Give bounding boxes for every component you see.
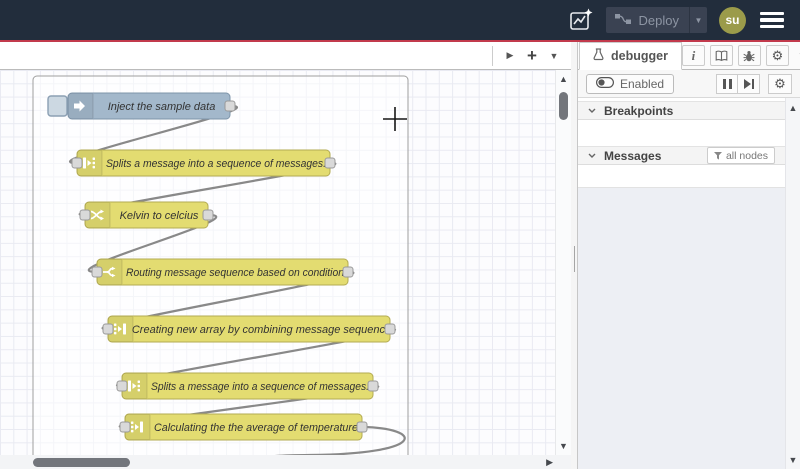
messages-section-header[interactable]: Messages all nodes xyxy=(578,146,785,165)
node-label: Creating new array by combining message … xyxy=(132,324,391,336)
sidebar: debugger i ⚙ ▼ xyxy=(578,42,800,469)
flow-canvas[interactable]: Inject the sample data Splits a message i… xyxy=(0,70,555,455)
output-port[interactable] xyxy=(356,421,368,433)
breakpoints-section-header[interactable]: Breakpoints xyxy=(578,101,785,120)
chevron-down-icon xyxy=(588,108,596,113)
bug-icon[interactable] xyxy=(737,45,761,66)
toggle-icon xyxy=(596,76,614,91)
inject-button[interactable] xyxy=(47,95,68,117)
breakpoints-empty-list xyxy=(578,120,785,146)
scroll-up-icon[interactable]: ▲ xyxy=(786,103,800,113)
enabled-label: Enabled xyxy=(620,76,665,91)
flow-node[interactable]: Routing message sequence based on condit… xyxy=(91,258,354,286)
avatar-initials: su xyxy=(725,13,740,27)
input-port[interactable] xyxy=(71,157,83,169)
input-port[interactable] xyxy=(102,323,114,335)
flow-list-icon[interactable]: ▼ xyxy=(543,45,565,67)
funnel-icon xyxy=(713,151,722,160)
tab-debugger-label: debugger xyxy=(611,49,668,63)
horizontal-scroll-thumb[interactable] xyxy=(33,457,130,467)
messages-label: Messages xyxy=(604,148,662,163)
sidebar-tabbar: debugger i ⚙ ▼ xyxy=(578,42,800,70)
pause-icon[interactable] xyxy=(716,73,738,94)
node-label: Inject the sample data xyxy=(108,101,216,113)
workspace-tabbar: ▶ + ▼ xyxy=(0,42,571,70)
chevron-down-icon[interactable]: ▼ xyxy=(794,51,800,60)
scroll-down-icon[interactable]: ▼ xyxy=(556,441,571,451)
breakpoints-label: Breakpoints xyxy=(604,103,674,118)
step-icon[interactable] xyxy=(738,73,760,94)
flow-node[interactable]: Calculating the the average of temperatu… xyxy=(119,413,368,441)
tabbar-separator xyxy=(492,45,493,66)
input-port[interactable] xyxy=(91,266,103,278)
node-label: Splits a message into a sequence of mess… xyxy=(151,381,369,393)
output-port[interactable] xyxy=(384,323,396,335)
flow-node[interactable]: Inject the sample data xyxy=(47,92,236,120)
node-label: Routing message sequence based on condit… xyxy=(126,267,344,279)
flask-icon xyxy=(593,48,604,64)
debugger-toolbar: Enabled ⚙ xyxy=(578,70,800,98)
scroll-up-icon[interactable]: ▲ xyxy=(556,74,571,84)
flow-node[interactable]: Kelvin to celcius xyxy=(79,201,214,229)
tab-debugger[interactable]: debugger xyxy=(579,42,682,70)
debugger-enabled-toggle[interactable]: Enabled xyxy=(586,73,675,94)
scroll-right-icon[interactable]: ▶ xyxy=(546,457,553,468)
vertical-scroll-thumb[interactable] xyxy=(559,92,568,120)
header-bar: Deploy ▼ su xyxy=(0,0,800,40)
flow-node[interactable]: Creating new array by combining message … xyxy=(102,315,396,343)
node-label: Calculating the the average of temperatu… xyxy=(154,422,358,434)
messages-filter-button[interactable]: all nodes xyxy=(706,147,775,164)
hamburger-menu-icon[interactable] xyxy=(758,8,786,33)
info-icon[interactable]: i xyxy=(681,45,705,66)
canvas-vertical-scrollbar[interactable]: ▲ ▼ xyxy=(555,70,571,455)
sidebar-scrollbar[interactable]: ▲ ▼ xyxy=(785,98,800,469)
flow-sparkle-icon[interactable] xyxy=(568,7,594,33)
deploy-options-caret[interactable]: ▼ xyxy=(689,7,707,33)
messages-empty-list xyxy=(578,165,785,187)
scroll-down-icon[interactable]: ▼ xyxy=(786,455,800,465)
input-port[interactable] xyxy=(79,209,91,221)
node-label: Splits a message into a sequence of mess… xyxy=(106,158,326,170)
debugger-panel-body: Breakpoints Messages all nodes ▲ ▼ xyxy=(578,98,800,469)
filter-label: all nodes xyxy=(725,149,768,162)
gear-icon[interactable]: ⚙ xyxy=(765,45,789,66)
sidebar-splitter[interactable] xyxy=(571,42,578,469)
debugger-settings-gear-icon[interactable]: ⚙ xyxy=(768,73,792,94)
flow-editor: ▶ + ▼ Inject the sample data Splits a mes… xyxy=(0,42,571,469)
node-label: Kelvin to celcius xyxy=(120,210,199,222)
book-icon[interactable] xyxy=(709,45,733,66)
output-port[interactable] xyxy=(324,157,336,169)
deploy-button[interactable]: Deploy ▼ xyxy=(605,7,707,33)
scroll-tabs-right-icon[interactable]: ▶ xyxy=(499,45,521,67)
input-port[interactable] xyxy=(119,421,131,433)
deploy-nodes-icon xyxy=(614,13,632,28)
user-avatar[interactable]: su xyxy=(719,6,746,34)
flow-node[interactable]: Splits a message into a sequence of mess… xyxy=(116,372,379,400)
input-port[interactable] xyxy=(116,380,128,392)
canvas-horizontal-scrollbar[interactable]: ▶ xyxy=(0,455,571,469)
add-flow-button[interactable]: + xyxy=(521,45,543,67)
chevron-down-icon xyxy=(588,153,596,158)
output-port[interactable] xyxy=(342,266,354,278)
output-port[interactable] xyxy=(367,380,379,392)
output-port[interactable] xyxy=(202,209,214,221)
flow-node[interactable]: Splits a message into a sequence of mess… xyxy=(71,149,336,177)
splitter-handle[interactable] xyxy=(574,246,575,272)
deploy-label: Deploy xyxy=(638,12,679,28)
sidebar-filler xyxy=(578,187,785,469)
output-port[interactable] xyxy=(224,100,236,112)
